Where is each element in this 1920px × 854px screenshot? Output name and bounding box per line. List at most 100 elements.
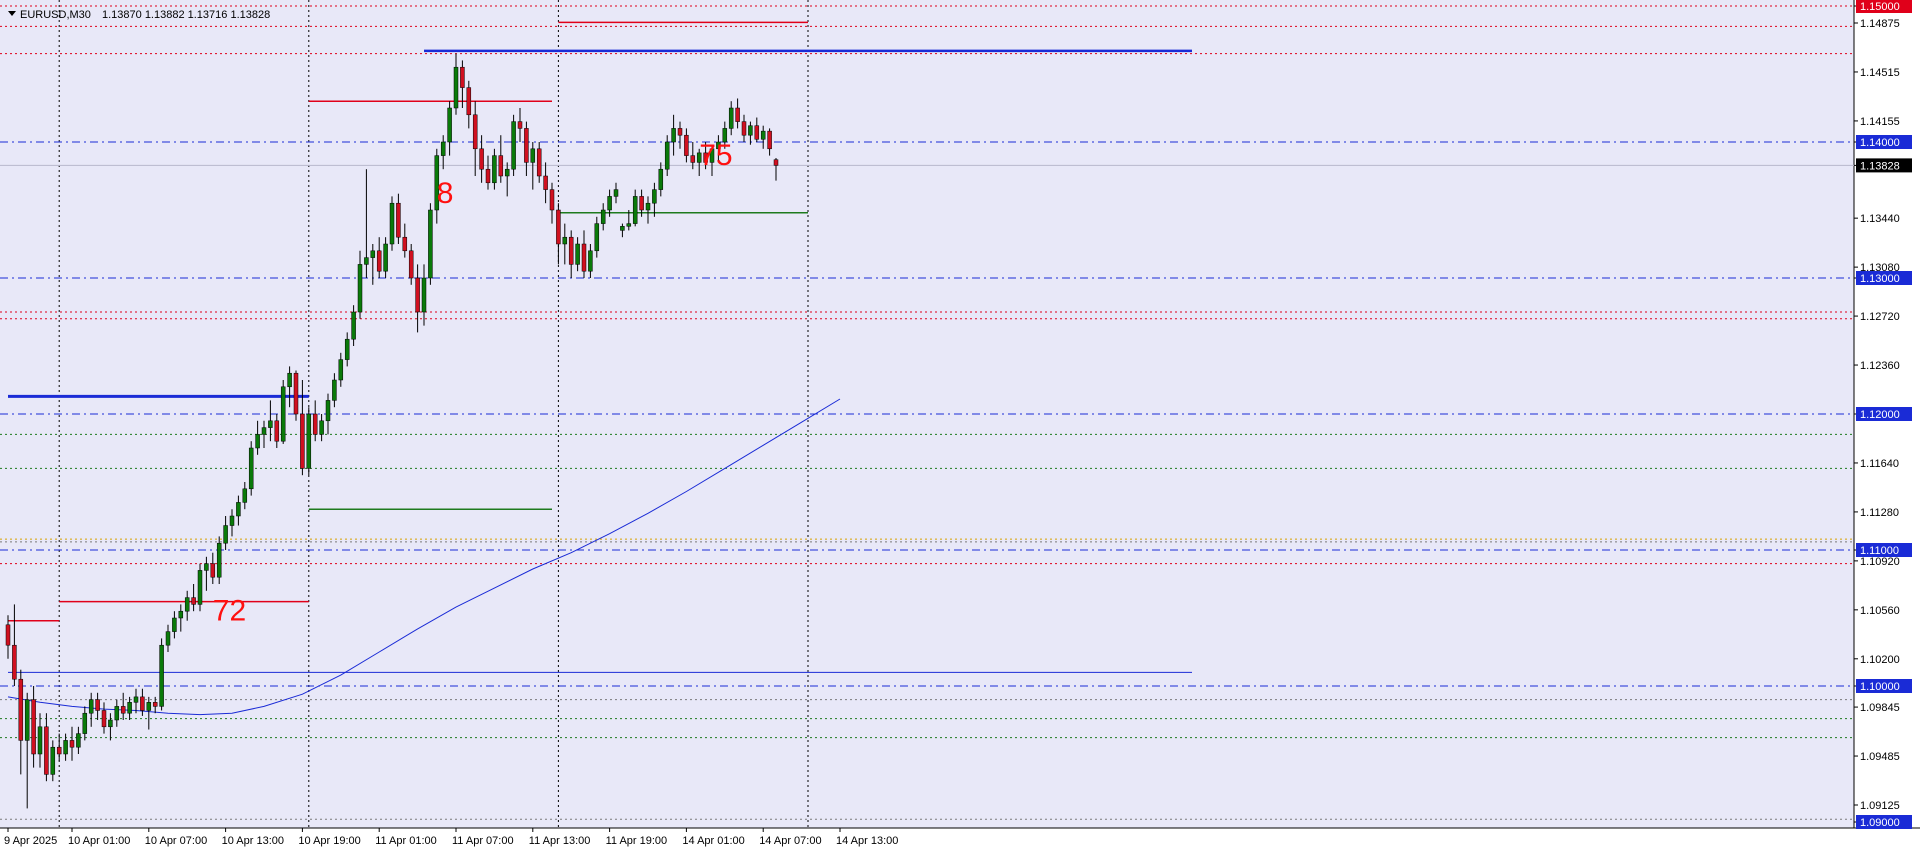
- candle-body: [210, 563, 216, 578]
- candle-body: [498, 155, 504, 177]
- candle-body: [530, 148, 536, 163]
- candle: [389, 196, 395, 251]
- candle-body: [607, 196, 612, 211]
- candle-body: [652, 189, 657, 204]
- candle-body: [741, 121, 747, 136]
- candle: [159, 638, 164, 711]
- candle-body: [248, 447, 254, 490]
- candle-body: [492, 155, 497, 184]
- candle-body: [242, 488, 248, 503]
- candle-body: [351, 311, 356, 340]
- price-tag-label: 1.15000: [1860, 1, 1900, 13]
- candle-body: [325, 400, 331, 422]
- x-tick-label: 9 Apr 2025: [4, 835, 57, 847]
- candle-body: [408, 250, 414, 279]
- candle-body: [748, 125, 753, 136]
- candle-body: [332, 379, 337, 401]
- y-tick-label: 1.09485: [1860, 751, 1900, 763]
- candle-body: [18, 678, 24, 741]
- candle-body: [293, 372, 299, 415]
- candle-body: [511, 121, 516, 170]
- price-tag-label: 1.10000: [1860, 681, 1900, 693]
- candle-body: [588, 250, 593, 272]
- candle: [216, 536, 222, 584]
- candle-body: [178, 610, 184, 619]
- candle-body: [63, 740, 68, 755]
- candle-body: [556, 209, 561, 245]
- x-axis: 9 Apr 2025 10 Apr 01:00 10 Apr 07:00 10 Apr…: [4, 828, 898, 847]
- candle-body: [466, 87, 472, 116]
- candle-body: [581, 243, 587, 272]
- candle-body: [274, 420, 280, 442]
- candle-body: [24, 699, 30, 741]
- y-tick-label: 1.10200: [1860, 654, 1900, 666]
- candle-body: [684, 134, 689, 156]
- candle: [197, 563, 203, 612]
- x-tick-label: 14 Apr 01:00: [682, 835, 744, 847]
- y-tick-label: 1.10560: [1860, 605, 1900, 617]
- candle-body: [504, 168, 510, 177]
- price-chart: 72 8 75 1.15000 1.14875 1.14515 1.14155 1.1400…: [0, 0, 1920, 847]
- candle-body: [383, 243, 388, 272]
- symbol-label: EURUSD,M30: [20, 9, 91, 21]
- candle-body: [767, 130, 772, 150]
- candle-body: [536, 148, 542, 177]
- candle: [293, 370, 299, 421]
- candle-body: [50, 746, 56, 775]
- candle-body: [562, 236, 568, 245]
- candle-body: [44, 726, 49, 775]
- candle-body: [114, 706, 120, 721]
- y-tick-label: 1.14515: [1860, 67, 1900, 79]
- candle-body: [402, 236, 408, 252]
- candle-body: [600, 209, 606, 224]
- candle-body: [229, 515, 235, 526]
- y-tick-label: 1.13440: [1860, 213, 1900, 225]
- candle-body: [396, 202, 401, 238]
- x-tick-label: 10 Apr 01:00: [68, 835, 130, 847]
- candle-body: [95, 699, 100, 711]
- candle-body: [728, 107, 734, 129]
- candle-body: [146, 702, 152, 711]
- candle-body: [639, 196, 644, 211]
- candle-body: [5, 624, 11, 646]
- candle: [306, 407, 312, 476]
- price-tag-label: 1.09000: [1860, 817, 1900, 829]
- candle-body: [344, 338, 350, 360]
- y-tick-label: 1.10920: [1860, 556, 1900, 568]
- candle-body: [300, 413, 305, 469]
- candle: [248, 441, 254, 496]
- candle-body: [549, 189, 555, 211]
- x-tick-label: 10 Apr 19:00: [298, 835, 360, 847]
- candle-body: [12, 644, 17, 680]
- x-tick-label: 10 Apr 07:00: [145, 835, 207, 847]
- candle-body: [735, 107, 740, 122]
- y-tick-label: 1.12720: [1860, 311, 1900, 323]
- y-tick-label: 1.11640: [1860, 458, 1899, 470]
- candle-body: [152, 702, 158, 707]
- candle: [428, 203, 433, 285]
- price-tag-label: 1.12000: [1860, 409, 1900, 421]
- candle: [511, 114, 516, 176]
- candle-body: [754, 125, 760, 140]
- candle-body: [453, 66, 459, 109]
- candle-body: [127, 702, 132, 714]
- candle-body: [479, 148, 484, 170]
- candle-body: [440, 141, 446, 156]
- price-tag-label: 1.14000: [1860, 137, 1900, 149]
- x-tick-label: 11 Apr 19:00: [606, 835, 668, 847]
- candle-body: [485, 168, 491, 184]
- plot-background: [0, 0, 1854, 828]
- candle-body: [101, 710, 107, 728]
- candle-body: [287, 372, 292, 388]
- x-tick-label: 10 Apr 13:00: [222, 835, 284, 847]
- candle-body: [524, 128, 529, 163]
- candle-body: [575, 243, 580, 265]
- candle-body: [172, 617, 177, 632]
- candle-body: [415, 277, 420, 313]
- candle-body: [389, 202, 395, 245]
- x-tick-label: 11 Apr 13:00: [529, 835, 591, 847]
- price-tag-label: 1.13828: [1860, 160, 1900, 172]
- candle: [280, 380, 286, 444]
- candle-body: [319, 420, 324, 435]
- x-tick-label: 14 Apr 13:00: [836, 835, 898, 847]
